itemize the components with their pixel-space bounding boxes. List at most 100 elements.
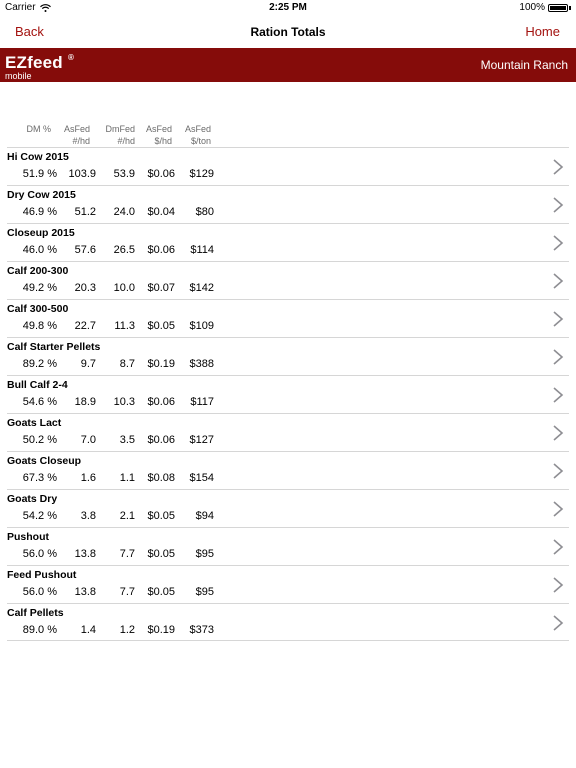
ration-name: Closeup 2015: [7, 227, 75, 239]
column-header-dmfed-lbs: DmFed #/hd: [105, 123, 135, 147]
chevron-right-icon[interactable]: [551, 576, 565, 594]
dm-percent: 89.2 %: [22, 358, 57, 370]
chevron-right-icon[interactable]: [551, 424, 565, 442]
chevron-right-icon[interactable]: [551, 310, 565, 328]
battery-tip: [569, 5, 571, 10]
cost-per-head: $0.05: [147, 510, 175, 522]
status-right: 100%: [519, 2, 571, 13]
cost-per-ton: $388: [189, 358, 214, 370]
column-header-dm-line2: DM %: [26, 124, 52, 134]
status-time: 2:25 PM: [269, 2, 307, 13]
ration-row[interactable]: Calf Pellets 89.0 % 1.4 1.2 $0.19 $373: [7, 603, 569, 641]
ration-name: Calf Starter Pellets: [7, 341, 101, 353]
dm-percent: 46.9 %: [22, 206, 57, 218]
dmfed-lbs-per-head: 7.7: [119, 548, 135, 560]
chevron-right-icon[interactable]: [551, 196, 565, 214]
column-header-asfed-cost-hd-line2: $/hd: [154, 136, 172, 146]
dm-percent: 67.3 %: [22, 472, 57, 484]
ration-name: Hi Cow 2015: [7, 151, 69, 163]
cost-per-head: $0.07: [147, 282, 175, 294]
ration-list: Hi Cow 2015 51.9 % 103.9 53.9 $0.06 $129…: [7, 147, 569, 641]
ration-row[interactable]: Calf 200-300 49.2 % 20.3 10.0 $0.07 $142: [7, 261, 569, 299]
cost-per-ton: $154: [189, 472, 214, 484]
ration-name: Calf Pellets: [7, 607, 64, 619]
app-subtitle: mobile: [5, 71, 32, 81]
cost-per-head: $0.06: [147, 434, 175, 446]
registered-mark: ®: [68, 53, 74, 62]
cost-per-ton: $114: [190, 244, 214, 256]
chevron-right-icon[interactable]: [551, 386, 565, 404]
dm-percent: 56.0 %: [22, 548, 57, 560]
dm-percent: 89.0 %: [22, 624, 57, 636]
asfed-lbs-per-head: 7.0: [80, 434, 96, 446]
ration-row[interactable]: Pushout 56.0 % 13.8 7.7 $0.05 $95: [7, 527, 569, 565]
ration-row[interactable]: Dry Cow 2015 46.9 % 51.2 24.0 $0.04 $80: [7, 185, 569, 223]
ration-name: Bull Calf 2-4: [7, 379, 68, 391]
chevron-right-icon[interactable]: [551, 158, 565, 176]
dmfed-lbs-per-head: 2.1: [119, 510, 135, 522]
chevron-right-icon[interactable]: [551, 462, 565, 480]
navigation-bar: Back Ration Totals Home: [0, 16, 576, 48]
column-header-asfed-cost-ton-line1: AsFed: [184, 124, 211, 134]
ration-row[interactable]: Feed Pushout 56.0 % 13.8 7.7 $0.05 $95: [7, 565, 569, 603]
cost-per-ton: $95: [195, 586, 214, 598]
asfed-lbs-per-head: 13.8: [74, 586, 96, 598]
ration-row[interactable]: Calf 300-500 49.8 % 22.7 11.3 $0.05 $109: [7, 299, 569, 337]
ration-row[interactable]: Goats Lact 50.2 % 7.0 3.5 $0.06 $127: [7, 413, 569, 451]
cost-per-ton: $142: [189, 282, 214, 294]
cost-per-ton: $127: [189, 434, 214, 446]
asfed-lbs-per-head: 20.3: [74, 282, 96, 294]
ration-row[interactable]: Goats Closeup 67.3 % 1.6 1.1 $0.08 $154: [7, 451, 569, 489]
cost-per-head: $0.19: [147, 358, 175, 370]
chevron-right-icon[interactable]: [551, 500, 565, 518]
column-header-dmfed-lbs-line2: #/hd: [117, 136, 135, 146]
brand-header: EZfeed ® mobile Mountain Ranch: [0, 48, 576, 82]
battery-percent: 100%: [519, 2, 545, 13]
column-header-dm: DM %: [27, 123, 52, 135]
cost-per-ton: $373: [189, 624, 214, 636]
home-button[interactable]: Home: [525, 24, 560, 39]
ration-row[interactable]: Goats Dry 54.2 % 3.8 2.1 $0.05 $94: [7, 489, 569, 527]
ration-name: Goats Closeup: [7, 455, 82, 467]
cost-per-head: $0.05: [147, 320, 175, 332]
cost-per-head: $0.06: [147, 244, 175, 256]
dmfed-lbs-per-head: 10.3: [113, 396, 135, 408]
dmfed-lbs-per-head: 1.1: [119, 472, 135, 484]
chevron-right-icon[interactable]: [551, 614, 565, 632]
chevron-right-icon[interactable]: [551, 234, 565, 252]
cost-per-ton: $109: [189, 320, 214, 332]
chevron-right-icon[interactable]: [551, 348, 565, 366]
dmfed-lbs-per-head: 1.2: [119, 624, 135, 636]
status-bar: Carrier 2:25 PM 100%: [0, 0, 576, 16]
app-logo: EZfeed: [5, 53, 63, 72]
cost-per-ton: $95: [195, 548, 214, 560]
chevron-right-icon[interactable]: [551, 272, 565, 290]
dm-percent: 49.8 %: [22, 320, 57, 332]
column-header-asfed-cost-ton: AsFed $/ton: [185, 123, 211, 147]
asfed-lbs-per-head: 103.9: [68, 168, 96, 180]
cost-per-head: $0.06: [147, 168, 175, 180]
cost-per-ton: $94: [195, 510, 214, 522]
asfed-lbs-per-head: 9.7: [80, 358, 96, 370]
ration-row[interactable]: Calf Starter Pellets 89.2 % 9.7 8.7 $0.1…: [7, 337, 569, 375]
ration-row[interactable]: Bull Calf 2-4 54.6 % 18.9 10.3 $0.06 $11…: [7, 375, 569, 413]
asfed-lbs-per-head: 51.2: [74, 206, 96, 218]
ration-name: Calf 300-500: [7, 303, 69, 315]
dmfed-lbs-per-head: 10.0: [113, 282, 135, 294]
ration-row[interactable]: Hi Cow 2015 51.9 % 103.9 53.9 $0.06 $129: [7, 147, 569, 185]
cost-per-head: $0.05: [147, 586, 175, 598]
ration-name: Feed Pushout: [7, 569, 77, 581]
dmfed-lbs-per-head: 7.7: [119, 586, 135, 598]
ration-name: Dry Cow 2015: [7, 189, 76, 201]
cost-per-head: $0.19: [147, 624, 175, 636]
ration-row[interactable]: Closeup 2015 46.0 % 57.6 26.5 $0.06 $114: [7, 223, 569, 261]
ranch-name: Mountain Ranch: [480, 58, 568, 72]
ration-name: Goats Dry: [7, 493, 58, 505]
cost-per-ton: $117: [190, 396, 214, 408]
chevron-right-icon[interactable]: [551, 538, 565, 556]
asfed-lbs-per-head: 18.9: [74, 396, 96, 408]
dm-percent: 49.2 %: [22, 282, 57, 294]
cost-per-head: $0.04: [147, 206, 175, 218]
dm-percent: 51.9 %: [22, 168, 57, 180]
column-header-asfed-cost-hd: AsFed $/hd: [146, 123, 172, 147]
